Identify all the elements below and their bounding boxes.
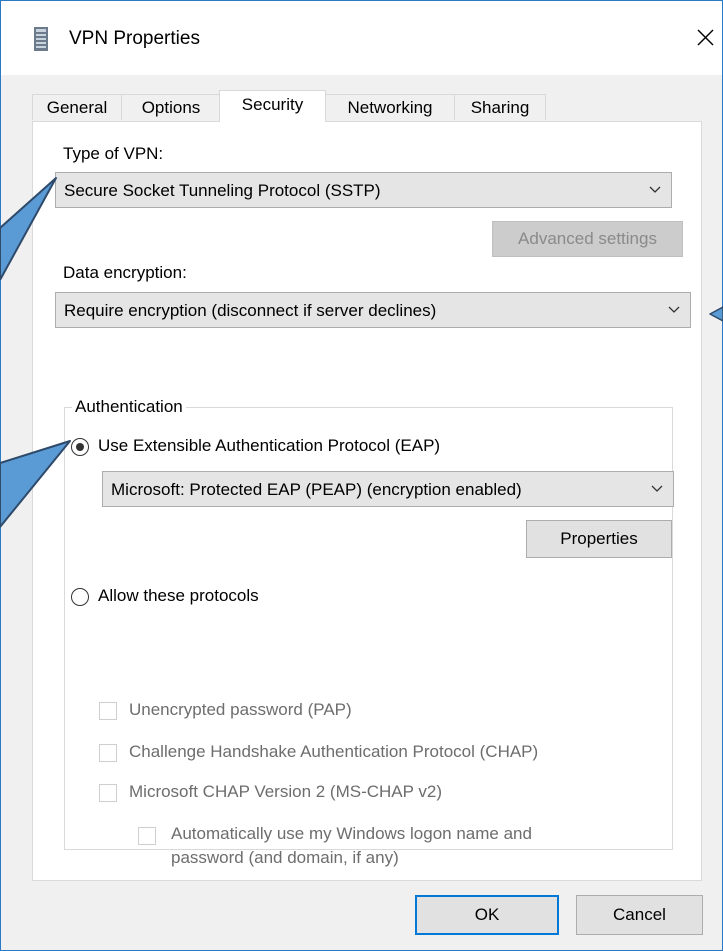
- allow-protocols-label[interactable]: Allow these protocols: [98, 586, 259, 606]
- mschapv2-checkbox[interactable]: [99, 784, 117, 802]
- close-icon[interactable]: [689, 21, 721, 53]
- data-encryption-value: Require encryption (disconnect if server…: [64, 301, 437, 320]
- eap-method-dropdown[interactable]: Microsoft: Protected EAP (PEAP) (encrypt…: [102, 471, 674, 507]
- chevron-down-icon: [651, 485, 663, 492]
- auto-logon-checkbox[interactable]: [138, 827, 156, 845]
- chevron-down-icon: [668, 306, 680, 313]
- eap-radio[interactable]: [71, 438, 89, 456]
- auto-logon-label-line2: password (and domain, if any): [171, 848, 399, 867]
- data-encryption-label: Data encryption:: [63, 263, 187, 282]
- title-bar: VPN Properties: [1, 1, 722, 75]
- radio-selected-dot: [76, 443, 84, 451]
- cancel-button[interactable]: Cancel: [576, 895, 703, 935]
- advanced-settings-button[interactable]: Advanced settings: [492, 221, 683, 257]
- dialog-body: General Options Security Networking Shar…: [1, 75, 722, 950]
- data-encryption-dropdown[interactable]: Require encryption (disconnect if server…: [55, 292, 691, 328]
- tab-options[interactable]: Options: [121, 94, 221, 120]
- security-panel: Type of VPN: Secure Socket Tunneling Pro…: [32, 121, 702, 881]
- tab-networking[interactable]: Networking: [325, 94, 455, 120]
- network-connection-icon: [34, 27, 48, 51]
- eap-properties-button[interactable]: Properties: [526, 520, 672, 558]
- auto-logon-label-line1: Automatically use my Windows logon name …: [171, 824, 532, 843]
- authentication-group-title: Authentication: [72, 397, 186, 417]
- tab-general[interactable]: General: [32, 94, 122, 120]
- allow-protocols-radio[interactable]: [71, 588, 89, 606]
- eap-radio-label[interactable]: Use Extensible Authentication Protocol (…: [98, 436, 440, 456]
- chap-checkbox[interactable]: [99, 744, 117, 762]
- mschapv2-label: Microsoft CHAP Version 2 (MS-CHAP v2): [129, 782, 443, 801]
- eap-method-value: Microsoft: Protected EAP (PEAP) (encrypt…: [111, 480, 522, 499]
- pap-label: Unencrypted password (PAP): [129, 700, 352, 719]
- tab-security[interactable]: Security: [219, 90, 326, 122]
- window-title: VPN Properties: [69, 28, 200, 49]
- tab-sharing[interactable]: Sharing: [454, 94, 546, 120]
- chap-label: Challenge Handshake Authentication Proto…: [129, 742, 539, 761]
- vpn-properties-window: VPN Properties General Options Security …: [0, 0, 723, 951]
- vpn-type-value: Secure Socket Tunneling Protocol (SSTP): [64, 181, 381, 200]
- ok-button[interactable]: OK: [415, 895, 559, 935]
- pap-checkbox[interactable]: [99, 702, 117, 720]
- vpn-type-dropdown[interactable]: Secure Socket Tunneling Protocol (SSTP): [55, 172, 672, 208]
- vpn-type-label: Type of VPN:: [63, 144, 164, 163]
- chevron-down-icon: [649, 186, 661, 193]
